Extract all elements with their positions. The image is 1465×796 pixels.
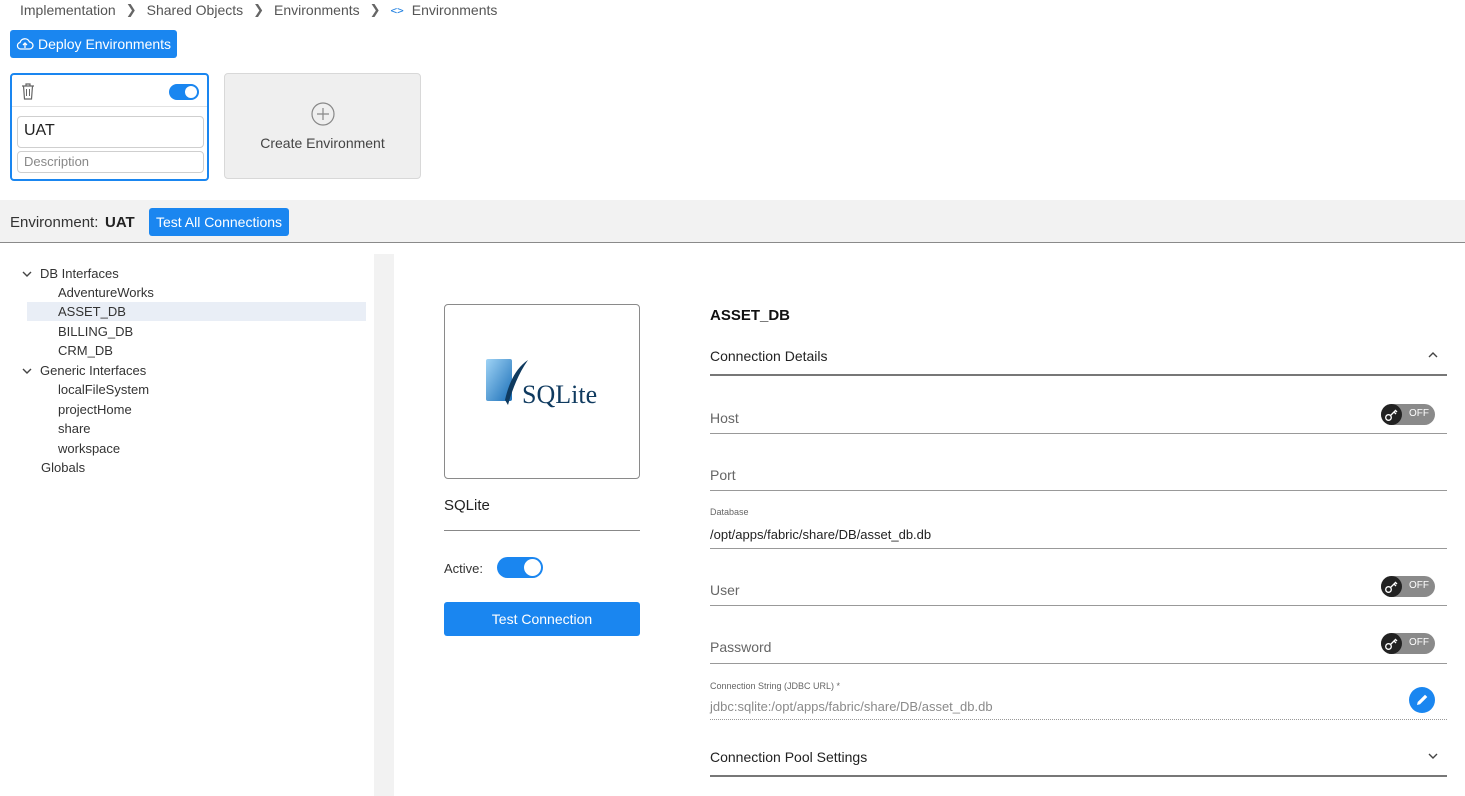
test-connection-button[interactable]: Test Connection bbox=[444, 602, 640, 636]
tree-group-label: Generic Interfaces bbox=[40, 363, 147, 378]
host-label: Host bbox=[710, 410, 739, 426]
plus-circle-icon bbox=[311, 102, 335, 126]
interface-active-toggle[interactable] bbox=[497, 557, 543, 578]
breadcrumb-implementation[interactable]: Implementation bbox=[20, 2, 116, 18]
interfaces-tree: DB Interfaces AdventureWorks ASSET_DB BI… bbox=[0, 254, 374, 796]
edit-connection-string-button[interactable] bbox=[1409, 687, 1435, 713]
deploy-environments-button[interactable]: Deploy Environments bbox=[10, 30, 177, 58]
connection-string-label: Connection String (JDBC URL) * bbox=[710, 681, 841, 691]
connection-string-field[interactable]: Connection String (JDBC URL) * jdbc:sqli… bbox=[710, 679, 1447, 720]
code-icon: <> bbox=[390, 3, 404, 17]
tree-group-db-interfaces[interactable]: DB Interfaces bbox=[20, 264, 119, 283]
connection-pool-settings-header[interactable]: Connection Pool Settings bbox=[710, 739, 1447, 777]
tree-item-adventureworks[interactable]: AdventureWorks bbox=[58, 283, 154, 302]
connection-details-header[interactable]: Connection Details bbox=[710, 338, 1447, 376]
connection-string-value: jdbc:sqlite:/opt/apps/fabric/share/DB/as… bbox=[710, 699, 993, 714]
tree-group-generic-interfaces[interactable]: Generic Interfaces bbox=[20, 361, 146, 380]
user-field[interactable]: User OFF bbox=[710, 566, 1447, 606]
password-key-toggle[interactable]: OFF bbox=[1381, 633, 1435, 654]
database-value: /opt/apps/fabric/share/DB/asset_db.db bbox=[710, 527, 932, 542]
tree-item-globals[interactable]: Globals bbox=[41, 458, 85, 477]
chevron-down-icon bbox=[22, 271, 32, 277]
test-all-connections-button[interactable]: Test All Connections bbox=[149, 208, 289, 236]
environment-card-header bbox=[12, 75, 207, 107]
user-label: User bbox=[710, 582, 740, 598]
chevron-right-icon: ❯ bbox=[125, 2, 137, 17]
password-label: Password bbox=[710, 639, 772, 655]
tree-item-crm-db[interactable]: CRM_DB bbox=[58, 341, 113, 360]
database-label: Database bbox=[710, 507, 749, 517]
breadcrumb-current: Environments bbox=[411, 2, 498, 18]
off-label: OFF bbox=[1409, 637, 1429, 648]
key-icon bbox=[1381, 576, 1402, 597]
db-type-field[interactable]: SQLite bbox=[444, 497, 640, 531]
chevron-up-icon bbox=[1428, 352, 1438, 358]
key-icon bbox=[1381, 633, 1402, 654]
sqlite-logo: SQLite bbox=[486, 359, 597, 409]
trash-icon[interactable] bbox=[20, 82, 36, 100]
port-field[interactable]: Port bbox=[710, 451, 1447, 491]
interface-title: ASSET_DB bbox=[710, 307, 791, 324]
chevron-right-icon: ❯ bbox=[253, 2, 265, 17]
breadcrumb-shared-objects[interactable]: Shared Objects bbox=[147, 2, 244, 18]
chevron-down-icon bbox=[1428, 753, 1438, 759]
tree-item-billing-db[interactable]: BILLING_DB bbox=[58, 322, 133, 341]
environment-active-toggle[interactable] bbox=[169, 84, 199, 100]
tree-item-asset-db[interactable]: ASSET_DB bbox=[27, 302, 366, 321]
panel-divider[interactable] bbox=[374, 254, 394, 796]
database-field[interactable]: Database /opt/apps/fabric/share/DB/asset… bbox=[710, 506, 1447, 549]
chevron-right-icon: ❯ bbox=[369, 2, 381, 17]
connection-pool-settings-label: Connection Pool Settings bbox=[710, 749, 868, 765]
environment-description-input[interactable]: Description bbox=[17, 151, 204, 173]
breadcrumb: Implementation ❯ Shared Objects ❯ Enviro… bbox=[20, 2, 497, 18]
host-key-toggle[interactable]: OFF bbox=[1381, 404, 1435, 425]
tree-item-localfilesystem[interactable]: localFileSystem bbox=[58, 380, 149, 399]
environment-name-input[interactable]: UAT bbox=[17, 116, 204, 148]
db-logo-box: SQLite bbox=[444, 304, 640, 479]
host-field[interactable]: Host OFF bbox=[710, 394, 1447, 434]
password-field[interactable]: Password OFF bbox=[710, 623, 1447, 664]
tree-item-projecthome[interactable]: projectHome bbox=[58, 400, 132, 419]
breadcrumb-environments[interactable]: Environments bbox=[274, 2, 360, 18]
environment-card[interactable]: UAT Description bbox=[10, 73, 209, 181]
off-label: OFF bbox=[1409, 580, 1429, 591]
user-key-toggle[interactable]: OFF bbox=[1381, 576, 1435, 597]
off-label: OFF bbox=[1409, 408, 1429, 419]
connection-details-label: Connection Details bbox=[710, 348, 828, 364]
environment-bar: Environment: UAT Test All Connections bbox=[0, 200, 1465, 243]
chevron-down-icon bbox=[22, 368, 32, 374]
tree-item-share[interactable]: share bbox=[58, 419, 91, 438]
sqlite-logo-text: SQLite bbox=[522, 380, 597, 409]
create-environment-button[interactable]: Create Environment bbox=[224, 73, 421, 179]
tree-group-label: DB Interfaces bbox=[40, 266, 119, 281]
active-label: Active: bbox=[444, 561, 484, 576]
port-label: Port bbox=[710, 467, 736, 483]
pencil-icon bbox=[1417, 694, 1428, 705]
environment-label: Environment: bbox=[10, 214, 99, 231]
key-icon bbox=[1381, 404, 1402, 425]
deploy-label: Deploy Environments bbox=[37, 36, 172, 52]
tree-item-workspace[interactable]: workspace bbox=[58, 439, 120, 458]
environment-value: UAT bbox=[105, 214, 135, 231]
create-environment-label: Create Environment bbox=[260, 135, 385, 151]
cloud-upload-icon bbox=[16, 38, 34, 50]
